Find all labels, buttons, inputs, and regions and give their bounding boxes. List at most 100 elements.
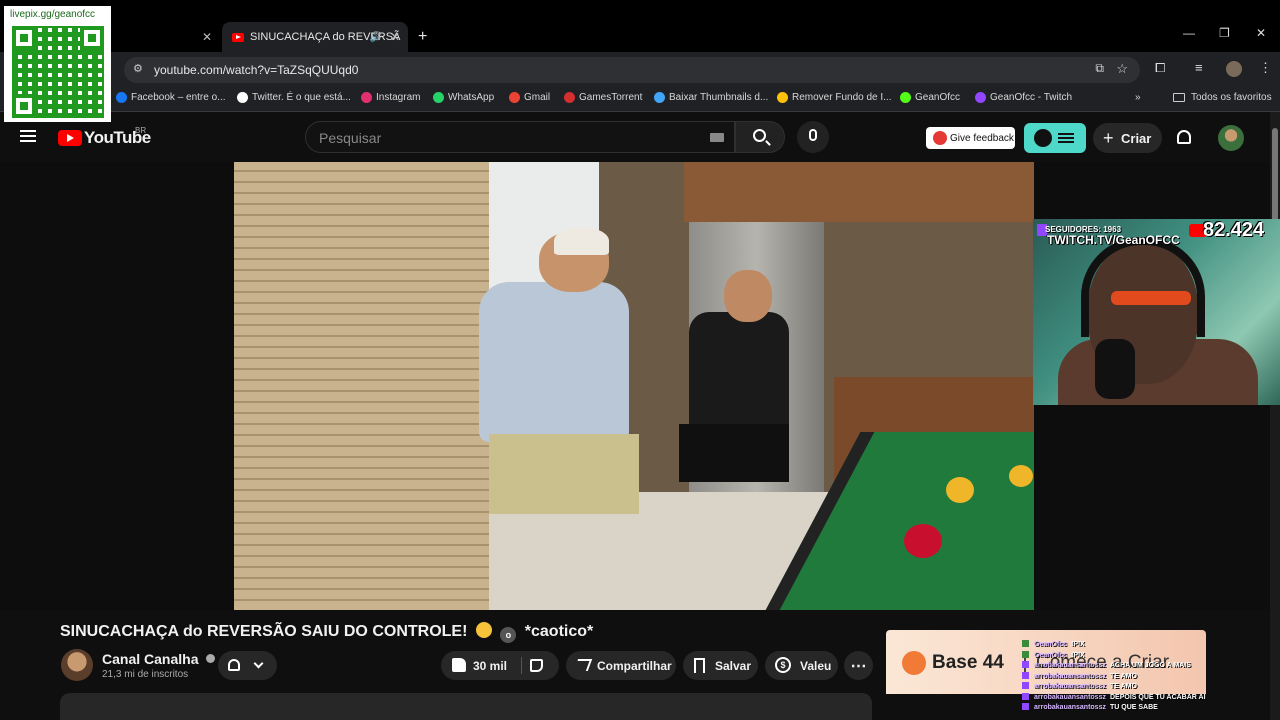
bookmark-item[interactable]: GeanOfcc [900, 92, 960, 103]
like-thumb-icon[interactable] [452, 658, 466, 672]
qr-label: livepix.gg/geanofcc [10, 9, 96, 20]
more-actions-button[interactable]: ⋯ [844, 651, 873, 680]
like-count[interactable]: 30 mil [473, 659, 507, 673]
glasses [1111, 291, 1191, 305]
kick-icon [900, 92, 911, 103]
hamburger-menu-icon[interactable] [20, 130, 36, 142]
extension-button[interactable] [1024, 123, 1086, 153]
video-frame [234, 162, 1034, 610]
video-title-tag: *caotico* [524, 623, 594, 640]
chat-username: GeanOfcc [1034, 641, 1068, 648]
close-tab-icon[interactable]: ✕ [390, 30, 400, 44]
video-title-text: SINUCACHAÇA do REVERSÃO SAIU DO CONTROLE… [60, 623, 468, 640]
kick-badge-icon [1022, 640, 1029, 647]
speaker-icon[interactable]: 🔊 [370, 32, 382, 43]
feedback-label: Give feedback [950, 132, 1014, 144]
bookmarks-overflow-icon[interactable]: » [1135, 92, 1141, 103]
divider [521, 657, 522, 674]
youtube-logo-icon[interactable] [58, 130, 82, 146]
video-title: SINUCACHAÇA do REVERSÃO SAIU DO CONTROLE… [60, 622, 593, 643]
create-button[interactable]: + Criar [1093, 123, 1162, 153]
voice-search-button[interactable] [797, 121, 829, 153]
stone-wall [234, 162, 489, 610]
qr-finder [80, 26, 104, 50]
chat-message: arrobakauansantossz ACHA UM JOGO A MAIS [1022, 661, 1191, 669]
chat-text: TE AMO [1109, 683, 1137, 690]
bookmark-item[interactable]: Facebook – entre o... [116, 92, 226, 103]
bookmark-item[interactable]: Instagram [361, 92, 420, 103]
dollar-icon: $ [775, 657, 791, 673]
ad-brand: Base 44 [932, 652, 1004, 673]
close-tab-icon[interactable]: ✕ [202, 30, 212, 44]
bookmark-icon [694, 658, 705, 673]
search-button[interactable] [735, 121, 785, 153]
extensions-icon[interactable]: ⧠ [1155, 60, 1165, 76]
twitch-badge-icon [1022, 703, 1029, 710]
bookmark-item[interactable]: GamesTorrent [564, 92, 642, 103]
bookmark-item[interactable]: GeanOfcc - Twitch [975, 92, 1072, 103]
microphone-icon [809, 129, 817, 141]
bookmark-item[interactable]: Twitter. É o que está... [237, 92, 351, 103]
red-ball [904, 524, 942, 558]
instagram-icon [361, 92, 372, 103]
browser-tab-active[interactable]: SINUCACHAÇA do REVERSÃ 🔊 ✕ [222, 22, 408, 52]
new-tab-button[interactable]: + [418, 22, 427, 52]
chrome-menu-icon[interactable]: ⋮ [1259, 60, 1272, 76]
description-box[interactable] [60, 693, 872, 720]
notification-settings-button[interactable] [218, 651, 277, 680]
youtube-header: YouTube BR Pesquisar Give feedback + Cri… [0, 112, 1270, 162]
gmail-icon [509, 92, 520, 103]
chat-text: TU QUE SABE [1109, 704, 1158, 711]
bookmark-item[interactable]: Baixar Thumbnails d... [654, 92, 768, 103]
search-input[interactable]: Pesquisar [305, 121, 735, 153]
dislike-thumb-icon[interactable] [530, 659, 543, 672]
channel-name-text[interactable]: Canal Canalha [102, 651, 198, 667]
bookmark-label: Facebook – entre o... [131, 92, 226, 103]
removebg-icon [777, 92, 788, 103]
bookmark-item[interactable]: WhatsApp [433, 92, 494, 103]
keyboard-icon[interactable] [710, 133, 724, 142]
region-code: BR [135, 126, 147, 135]
twitch-badge-icon [1022, 671, 1029, 679]
chevron-down-icon [253, 658, 264, 669]
thanks-button[interactable]: $ Valeu [765, 651, 838, 680]
chat-message: GeanOfcc !PIX [1022, 650, 1085, 659]
extension-logo-icon [1034, 129, 1052, 147]
save-button[interactable]: Salvar [683, 651, 758, 680]
all-bookmarks-label: Todos os favoritos [1191, 92, 1272, 103]
chat-text: DEPOIS QUE TU ACABAR AI [1109, 693, 1206, 701]
url-text[interactable]: youtube.com/watch?v=TaZSqQUUqd0 [154, 63, 358, 77]
site-info-icon[interactable]: ⚙ [133, 62, 143, 75]
o-emoji-icon: o [500, 627, 517, 643]
headset [1081, 237, 1205, 337]
bookmarks-bar: Facebook – entre o... Twitter. É o que es… [0, 86, 1280, 112]
video-player[interactable]: SEGUIDORES: 1963 TWITCH.TV/GeanOFCC 82.4… [0, 162, 1280, 610]
restore-icon[interactable]: ❐ [1219, 26, 1230, 40]
bookmark-item[interactable]: Gmail [509, 92, 550, 103]
page-scrollbar[interactable] [1270, 112, 1280, 720]
profile-avatar[interactable] [1226, 61, 1242, 77]
media-control-icon[interactable]: ≡ [1195, 60, 1203, 75]
bookmark-star-icon[interactable]: ☆ [1116, 61, 1128, 77]
minimize-icon[interactable]: — [1183, 26, 1195, 40]
share-button[interactable]: Compartilhar [566, 651, 676, 680]
all-bookmarks-folder[interactable]: Todos os favoritos [1173, 92, 1272, 103]
notifications-bell-icon[interactable] [1177, 130, 1191, 144]
close-window-icon[interactable]: ✕ [1256, 26, 1266, 40]
channel-name[interactable]: Canal Canalha [102, 651, 216, 667]
list-icon [1058, 133, 1074, 143]
channel-avatar[interactable] [61, 649, 93, 681]
account-avatar[interactable] [1218, 125, 1244, 151]
subscriber-count: 21,3 mi de inscritos [102, 669, 189, 680]
give-feedback-button[interactable]: Give feedback [926, 127, 1015, 149]
share-arrow-icon [573, 659, 593, 671]
whatsapp-icon [433, 92, 444, 103]
feedback-icon [933, 131, 947, 145]
browser-tab-strip: ✕ SINUCACHAÇA do REVERSÃ 🔊 ✕ + — ❐ ✕ [0, 0, 1280, 52]
install-app-icon[interactable]: ⧉ [1095, 61, 1104, 76]
bookmark-item[interactable]: Remover Fundo de I... [777, 92, 892, 103]
address-bar[interactable]: ⚙ youtube.com/watch?v=TaZSqQUUqd0 ⧉ ☆ [124, 57, 1140, 83]
twitch-badge-icon [1022, 692, 1029, 700]
browser-tab-inactive[interactable]: ✕ [115, 22, 220, 52]
person-head [724, 270, 772, 322]
